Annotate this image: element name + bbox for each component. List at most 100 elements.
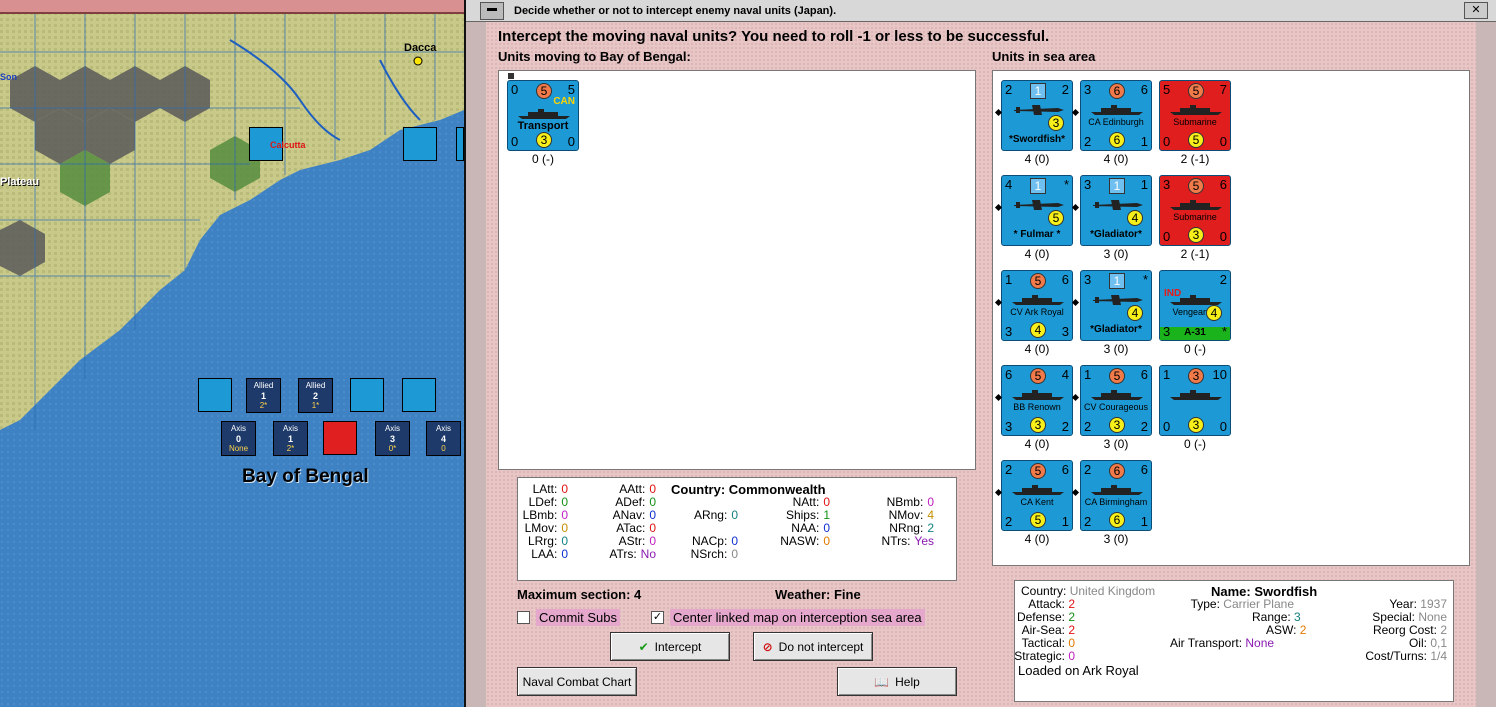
- axis-stack-box-4[interactable]: Axis 4 0: [426, 421, 461, 456]
- unit-counter[interactable]: 2 6 6 CA Birmingham 2 6 1: [1080, 460, 1152, 531]
- stat-row: NAtt: 0: [793, 495, 830, 509]
- unit-counter[interactable]: 1 6 5 CV Courageous 2 3 2: [1080, 365, 1152, 436]
- stat-value: 0: [649, 482, 656, 496]
- map-unit-transport[interactable]: [198, 378, 232, 412]
- info-label: ASW:: [1266, 623, 1297, 637]
- stat-row: NMov: 4: [889, 508, 934, 522]
- map-unit-coastal-2[interactable]: [456, 127, 464, 161]
- unit-counter[interactable]: 3 6 6 CA Edinburgh 2 6 1: [1080, 80, 1152, 151]
- unit-counter[interactable]: 2 2 1 *Swordfish* 3: [1001, 80, 1073, 151]
- axis-stack-box-3[interactable]: Axis 3 0*: [375, 421, 410, 456]
- help-button[interactable]: 📖 Help: [837, 667, 957, 696]
- window-menu-icon[interactable]: ▬: [480, 1, 504, 20]
- unit-counter[interactable]: 2 IND Vengeance 4 3 A-31 *: [1159, 270, 1231, 341]
- counter-badge: 5: [1030, 463, 1046, 479]
- info-value: 0,1: [1430, 636, 1447, 650]
- counter-value: 6: [1140, 462, 1148, 477]
- info-attack: Attack: 2: [1028, 597, 1075, 611]
- counter-value: 3: [1084, 272, 1092, 287]
- counter-caption: 0 (-): [532, 152, 554, 166]
- center-map-checkbox[interactable]: ✓ Center linked map on interception sea …: [651, 609, 925, 626]
- counter-name: CA Edinburgh: [1088, 117, 1144, 127]
- unit-counter[interactable]: 1 10 3 0 3 0: [1159, 365, 1231, 436]
- unit-counter[interactable]: 5 7 5 Submarine 0 5 0: [1159, 80, 1231, 151]
- counter-value: 10: [1212, 367, 1227, 382]
- stat-value: 1: [823, 508, 830, 522]
- do-not-intercept-button[interactable]: ⊘ Do not intercept: [753, 632, 873, 661]
- unit-counter[interactable]: 2 6 5 CA Kent 2 5 1: [1001, 460, 1073, 531]
- allied-box-number: 1: [260, 391, 266, 401]
- stat-value: 0: [561, 508, 568, 522]
- stat-label: LAA:: [531, 547, 558, 561]
- map-unit-ca[interactable]: [402, 378, 436, 412]
- counter-value: 7: [1219, 82, 1227, 97]
- unit-counter[interactable]: 1 6 5 CV Ark Royal 3 4 3: [1001, 270, 1073, 341]
- counter-value: 2: [1061, 82, 1069, 97]
- map-unit-gladiator[interactable]: [350, 378, 384, 412]
- unit-counter[interactable]: 4 * 1 * Fulmar * 5: [1001, 175, 1073, 246]
- counter-value: 3: [1163, 177, 1171, 192]
- title-bar: ▬ Decide whether or not to intercept ene…: [466, 0, 1496, 22]
- intercept-button[interactable]: ✔ Intercept: [610, 632, 730, 661]
- checkbox-box[interactable]: ✓: [651, 611, 664, 624]
- axis-stack-box-1[interactable]: Axis 1 2*: [273, 421, 308, 456]
- counter-value: 4: [1061, 367, 1069, 382]
- map-unit-submarine[interactable]: [323, 421, 357, 455]
- counter-value: 1: [1005, 272, 1013, 287]
- stat-label: NASW:: [780, 534, 820, 548]
- unit-counter-transport[interactable]: 0 5 5 CAN Transport 0 3 0: [507, 80, 579, 151]
- intercept-label: Intercept: [654, 639, 702, 654]
- ship-icon: [1091, 390, 1143, 400]
- stat-row: LAA: 0: [531, 547, 568, 561]
- counter-value: 2: [1084, 514, 1092, 529]
- unit-counter[interactable]: 3 1 1 *Gladiator* 4: [1080, 175, 1152, 246]
- counter-caption: 2 (-1): [1180, 152, 1210, 166]
- allied-stack-box-1[interactable]: Allied 1 2*: [246, 378, 281, 413]
- counter-caption: 3 (0): [1103, 437, 1129, 451]
- stats-panel: Country: Commonwealth LAtt: 0 LDef: 0 LBmb: 0…: [517, 477, 957, 581]
- info-label: Cost/Turns:: [1365, 649, 1427, 663]
- counter-badge: 4: [1127, 210, 1143, 226]
- stat-value: 0: [731, 534, 738, 548]
- stat-row: ANav: 0: [613, 508, 656, 522]
- dialog-body: Intercept the moving naval units? You ne…: [486, 22, 1476, 707]
- unit-counter[interactable]: 3 * 1 *Gladiator* 4: [1080, 270, 1152, 341]
- checkbox-box[interactable]: [517, 611, 530, 624]
- map-unit-coastal[interactable]: [403, 127, 437, 161]
- stat-label: NAtt:: [792, 495, 820, 509]
- counter-value: *: [1142, 272, 1148, 287]
- game-map[interactable]: Dacca Plateau Son Calcutta Allied 1 2* A…: [0, 0, 464, 707]
- stack-marker: [1071, 298, 1080, 307]
- info-label: Oil:: [1408, 636, 1427, 650]
- unit-counter[interactable]: 3 6 5 Submarine 0 3 0: [1159, 175, 1231, 246]
- intercept-dialog: ▬ Decide whether or not to intercept ene…: [464, 0, 1496, 707]
- stat-row: ATac: 0: [616, 521, 656, 535]
- info-defense: Defense: 2: [1017, 610, 1075, 624]
- counter-value: 2: [1084, 134, 1092, 149]
- counter-value: 6: [1005, 367, 1013, 382]
- counter-name: Transport: [517, 120, 569, 132]
- axis-box-title: Axis: [230, 424, 247, 433]
- counter-name: A-31: [1184, 327, 1206, 338]
- close-icon[interactable]: ✕: [1464, 2, 1488, 19]
- info-value: 2: [1068, 597, 1075, 611]
- axis-box-sub: 2*: [286, 444, 295, 453]
- counter-badge: 1: [1030, 83, 1046, 99]
- stat-row: ARng: 0: [694, 508, 738, 522]
- allied-stack-box-2[interactable]: Allied 2 1*: [298, 378, 333, 413]
- sea-units-label: Units in sea area: [992, 49, 1096, 64]
- counter-name: CA Birmingham: [1084, 497, 1148, 507]
- axis-stack-box-0[interactable]: Axis 0 None: [221, 421, 256, 456]
- commit-subs-checkbox[interactable]: Commit Subs: [517, 609, 621, 626]
- counter-badge: 5: [1030, 368, 1046, 384]
- unit-counter[interactable]: 6 4 5 BB Renown 3 3 2: [1001, 365, 1073, 436]
- stat-row: NTrs: Yes: [882, 534, 934, 548]
- counter-name: CV Ark Royal: [1010, 307, 1064, 317]
- naval-combat-chart-button[interactable]: Naval Combat Chart: [517, 667, 637, 696]
- counter-name: CA Kent: [1020, 497, 1054, 507]
- allied-box-title: Allied: [253, 381, 274, 390]
- ship-icon: [1170, 105, 1222, 115]
- allied-box-number: 2: [312, 391, 318, 401]
- counter-badge: 6: [1109, 463, 1125, 479]
- counter-value: 0: [1163, 134, 1171, 149]
